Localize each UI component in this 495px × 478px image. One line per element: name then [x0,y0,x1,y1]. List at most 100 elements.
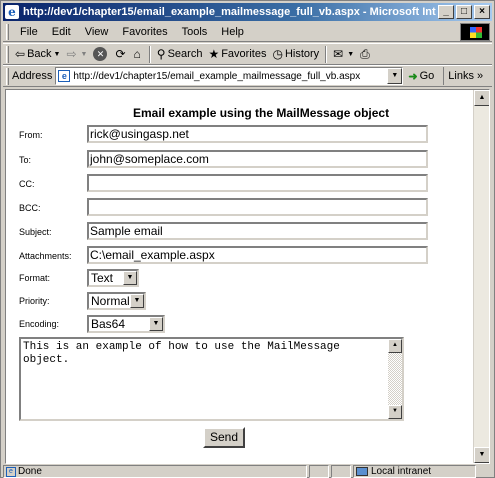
history-button[interactable]: ◷ History [269,44,322,64]
forward-dropdown-icon[interactable]: ▼ [81,51,88,58]
history-icon: ◷ [272,47,283,61]
intranet-zone-icon [356,467,368,476]
priority-value: Normal [91,294,130,308]
go-button[interactable]: ➜ Go [408,70,434,83]
search-button[interactable]: ⚲ Search [154,44,206,64]
menu-grip [6,23,9,40]
address-input[interactable]: e http://dev1/chapter15/email_example_ma… [55,67,404,85]
status-text: Done [18,466,42,477]
encoding-label: Encoding: [19,319,60,329]
favorites-button[interactable]: ★ Favorites [205,44,269,64]
address-dropdown-icon[interactable]: ▼ [387,68,403,84]
menu-tools[interactable]: Tools [175,26,215,38]
favorites-icon: ★ [208,47,220,61]
page-icon: e [58,70,71,82]
search-icon: ⚲ [156,47,166,61]
textarea-scroll-up-icon[interactable]: ▲ [388,339,402,353]
send-button[interactable]: Send [203,427,245,448]
from-label: From: [19,130,43,140]
mail-button[interactable]: ✉ ▼ [330,44,357,64]
close-button[interactable]: × [474,5,490,19]
cc-label: CC: [19,179,35,189]
forward-button[interactable]: ⇨ ▼ [63,44,90,64]
mail-dropdown-icon[interactable]: ▼ [347,51,354,58]
priority-select[interactable]: Normal ▼ [87,292,146,310]
maximize-button[interactable]: □ [456,5,472,19]
title-bar: e http://dev1/chapter15/email_example_ma… [3,3,492,21]
home-icon: ⌂ [133,47,141,61]
message-body-textarea[interactable]: This is an example of how to use the Mai… [19,337,404,421]
home-button[interactable]: ⌂ [131,44,146,64]
format-value: Text [91,271,114,285]
print-button[interactable]: ⎙ [357,44,375,64]
back-arrow-icon: ⇦ [15,47,26,61]
back-button[interactable]: ⇦ Back ▼ [12,44,63,64]
refresh-icon: ⟳ [115,47,126,61]
stop-icon: ✕ [93,47,108,61]
toolbar-separator [325,45,328,63]
toolbar-separator [148,45,151,63]
menu-help[interactable]: Help [214,26,251,38]
cc-input[interactable] [87,174,428,192]
address-bar: Address e http://dev1/chapter15/email_ex… [3,65,492,87]
from-input[interactable]: rick@usingasp.net [87,125,428,143]
subject-label: Subject: [19,227,52,237]
encoding-select[interactable]: Bas64 ▼ [87,315,165,333]
textarea-scroll-down-icon[interactable]: ▼ [388,405,402,419]
to-input[interactable]: john@someplace.com [87,150,428,168]
message-body-text[interactable]: This is an example of how to use the Mai… [23,341,385,367]
address-label: Address [12,70,53,82]
encoding-value: Bas64 [91,317,126,331]
links-button[interactable]: Links » [443,67,483,85]
encoding-dropdown-icon[interactable]: ▼ [149,317,163,331]
mail-icon: ✉ [333,47,344,61]
bcc-label: BCC: [19,203,41,213]
menu-view[interactable]: View [78,26,116,38]
minimize-button[interactable]: _ [438,5,454,19]
status-text-cell: e Done [3,465,307,478]
attachments-input[interactable]: C:\email_example.aspx [87,246,428,264]
textarea-scrollbar[interactable]: ▲ ▼ [388,339,402,419]
attachments-label: Attachments: [19,251,72,261]
links-label: Links [448,70,474,82]
ie-logo-icon: e [5,5,19,19]
page-scroll-up-icon[interactable]: ▲ [474,90,489,106]
security-zone-cell: Local intranet [353,465,476,478]
bcc-input[interactable] [87,198,428,216]
go-label: Go [419,70,435,82]
format-select[interactable]: Text ▼ [87,269,139,287]
windows-logo-icon [460,23,490,41]
format-dropdown-icon[interactable]: ▼ [123,271,137,285]
print-icon: ⎙ [360,46,370,61]
subject-input[interactable]: Sample email [87,222,428,240]
status-bar: e Done Local intranet [3,465,492,478]
favorites-label: Favorites [221,48,267,60]
forward-arrow-icon: ⇨ [66,47,77,61]
status-cell [331,465,351,478]
toolbar-grip [6,45,9,63]
standard-toolbar: ⇦ Back ▼ ⇨ ▼ ✕ ⟳ ⌂ ⚲ Search ★ Favorites … [3,43,492,65]
priority-label: Priority: [19,296,50,306]
to-label: To: [19,155,32,165]
go-arrow-icon: ➜ [408,70,418,83]
back-dropdown-icon[interactable]: ▼ [54,51,61,58]
refresh-button[interactable]: ⟳ [112,44,130,64]
window-title: http://dev1/chapter15/email_example_mail… [23,6,436,18]
search-label: Search [167,48,203,60]
page-title: Email example using the MailMessage obje… [133,106,390,120]
security-zone-text: Local intranet [371,466,432,477]
menu-favorites[interactable]: Favorites [115,26,174,38]
menu-file[interactable]: File [13,26,45,38]
page-scrollbar[interactable]: ▲ ▼ [473,90,489,463]
priority-dropdown-icon[interactable]: ▼ [130,294,144,308]
menu-bar: File Edit View Favorites Tools Help [3,22,492,42]
format-label: Format: [19,273,51,283]
address-grip [6,67,9,85]
page-scroll-down-icon[interactable]: ▼ [474,447,489,463]
back-label: Back [27,48,52,60]
menu-edit[interactable]: Edit [45,26,78,38]
stop-button[interactable]: ✕ [90,44,112,64]
status-page-icon: e [6,466,16,477]
status-cell [309,465,329,478]
address-url[interactable]: http://dev1/chapter15/email_example_mail… [73,71,387,82]
